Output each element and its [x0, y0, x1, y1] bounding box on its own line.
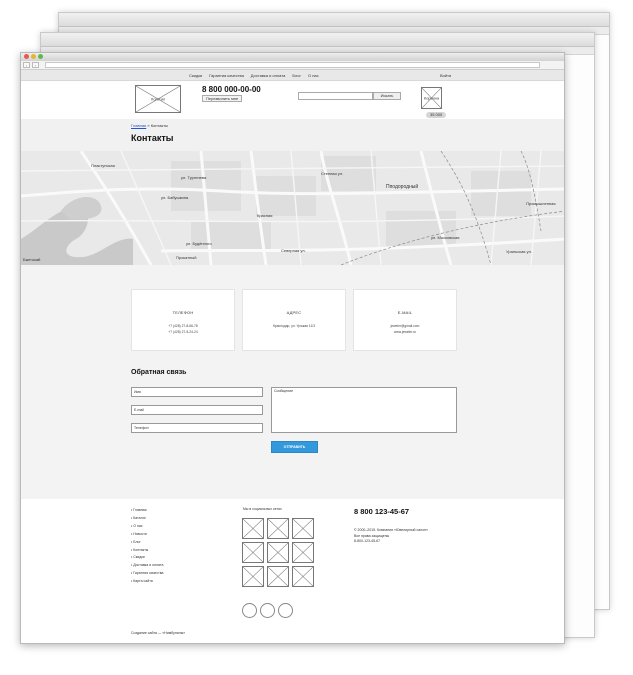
email-card-title: E-MAIL — [397, 310, 413, 315]
address-bar: ‹ › — [21, 61, 564, 70]
title-band: Главная » Контакты Контакты — [21, 119, 564, 151]
footer-copyright: © 2000–2015. Компания «Ювелирный салон» … — [354, 528, 428, 545]
footer-link[interactable]: • Блог — [131, 539, 163, 547]
cart-sum-badge: 35 000 — [426, 112, 447, 118]
nav-item-discounts[interactable]: Скидки — [189, 73, 202, 78]
footer-link[interactable]: • Главная — [131, 507, 163, 515]
social-image-placeholder[interactable] — [292, 542, 314, 563]
header-phone: 8 800 000-00-00 — [202, 85, 261, 94]
phone-line: +7 (428) 27-5-24-24 — [168, 330, 198, 334]
map-label: Пластунская — [91, 163, 115, 168]
copyright-line: © 2000–2015. Компания «Ювелирный салон» — [354, 528, 429, 532]
search-button[interactable]: Искать — [373, 92, 401, 100]
social-image-placeholder[interactable] — [242, 542, 264, 563]
email-card: E-MAIL jeweler@gmail.com www.jeweler.ru — [353, 289, 457, 351]
name-field[interactable]: Имя — [131, 387, 263, 397]
breadcrumb-current: Контакты — [150, 123, 168, 128]
search-input[interactable] — [298, 92, 373, 100]
map-label: Пподородный — [386, 184, 419, 190]
footer-link[interactable]: • Контакты — [131, 547, 163, 555]
map-label: Промышленная — [526, 201, 556, 206]
breadcrumb: Главная » Контакты — [131, 123, 168, 128]
footer-link[interactable]: • Новости — [131, 531, 163, 539]
nav-item-quality[interactable]: Гарантия качества — [209, 73, 244, 78]
social-circle-icon[interactable] — [260, 603, 275, 618]
social-image-placeholder[interactable] — [292, 518, 314, 539]
phone-field[interactable]: Телефон — [131, 423, 263, 433]
contacts-section: ТЕЛЕФОН +7 (428) 27-8-66-78 +7 (428) 27-… — [21, 265, 564, 499]
social-image-placeholder[interactable] — [292, 566, 314, 587]
copyright-line: 8-800-123-45-67 — [354, 539, 381, 543]
map-label: ул. Будённого — [186, 241, 212, 246]
logo-placeholder[interactable]: Логотип — [135, 85, 181, 113]
breadcrumb-home[interactable]: Главная — [131, 123, 146, 128]
footer-link[interactable]: • Доставка и оплата — [131, 562, 163, 570]
feedback-title: Обратная связь — [131, 369, 187, 376]
submit-button[interactable]: ОТПРАВИТЬ — [271, 441, 318, 453]
footer-link[interactable]: • Каталог — [131, 515, 163, 523]
close-window-icon[interactable] — [24, 54, 29, 59]
social-title: Мы в социальных сетях — [243, 507, 282, 511]
footer-link[interactable]: • Гарантия качества — [131, 570, 163, 578]
cart-placeholder[interactable]: Корзина — [421, 87, 442, 109]
back-icon[interactable]: ‹ — [23, 62, 30, 68]
social-image-placeholder[interactable] — [242, 518, 264, 539]
site-footer: • Главная • Каталог • О нас • Новости • … — [21, 499, 564, 643]
footer-link[interactable]: • О нас — [131, 523, 163, 531]
site-credit[interactable]: Создание сайта — «Нимбупилы» — [131, 631, 185, 635]
minimize-window-icon[interactable] — [31, 54, 36, 59]
page-title: Контакты — [131, 133, 174, 143]
url-input[interactable] — [45, 62, 540, 68]
phone-card: ТЕЛЕФОН +7 (428) 27-8-66-78 +7 (428) 27-… — [131, 289, 235, 351]
social-circle-icon[interactable] — [242, 603, 257, 618]
map-label: Уральская ул. — [506, 249, 532, 254]
footer-link[interactable]: • Скидки — [131, 554, 163, 562]
top-navigation: Скидки Гарантия качества Доставка и опла… — [21, 70, 564, 81]
map-label: Прокатный — [176, 255, 197, 260]
map-label: Степная ул. — [321, 171, 344, 176]
social-image-placeholder[interactable] — [267, 542, 289, 563]
map-label: ул. Тургенева — [181, 175, 207, 180]
breadcrumb-separator: » — [147, 123, 150, 128]
login-link[interactable]: Войти — [440, 73, 451, 78]
callback-button[interactable]: Перезвонить мне — [202, 95, 243, 102]
map-label: ул. Бабушкина — [161, 195, 189, 200]
map-label: Бжегокай — [23, 257, 41, 262]
map-label: ул. Московская — [431, 235, 460, 240]
social-grid — [242, 518, 314, 587]
browser-window: ‹ › Скидки Гарантия качества Доставка и … — [20, 52, 565, 644]
social-image-placeholder[interactable] — [267, 566, 289, 587]
email-field[interactable]: E-mail — [131, 405, 263, 415]
map-label: Северная ул. — [281, 248, 306, 253]
logo-label: Логотип — [150, 96, 166, 102]
social-circles — [242, 603, 293, 618]
footer-link[interactable]: • Карта сайта — [131, 578, 163, 586]
footer-phone: 8 800 123-45-67 — [354, 507, 410, 516]
contacts-map[interactable]: Пластунская ул. Тургенева ул. Бабушкина … — [21, 151, 564, 265]
address-card: АДРЕС Краснодар, ул. Урожая 11/3 — [242, 289, 346, 351]
address-card-title: АДРЕС — [286, 310, 302, 315]
website-line[interactable]: www.jeweler.ru — [354, 329, 456, 335]
title-bar — [21, 53, 564, 61]
map-label: Красная — [257, 213, 273, 218]
nav-item-blog[interactable]: Блог — [292, 73, 301, 78]
cart-label: Корзина — [423, 95, 440, 101]
nav-item-delivery[interactable]: Доставка и оплата — [251, 73, 286, 78]
nav-item-about[interactable]: О нас — [308, 73, 319, 78]
message-textarea[interactable]: Сообщение — [271, 387, 457, 433]
address-line: Краснодар, ул. Урожая 11/3 — [272, 324, 316, 328]
maximize-window-icon[interactable] — [38, 54, 43, 59]
social-circle-icon[interactable] — [278, 603, 293, 618]
footer-links: • Главная • Каталог • О нас • Новости • … — [131, 507, 163, 586]
social-image-placeholder[interactable] — [267, 518, 289, 539]
social-image-placeholder[interactable] — [242, 566, 264, 587]
site-header: Логотип 8 800 000-00-00 Перезвонить мне … — [21, 81, 564, 119]
phone-card-title: ТЕЛЕФОН — [172, 310, 194, 315]
forward-icon[interactable]: › — [32, 62, 39, 68]
